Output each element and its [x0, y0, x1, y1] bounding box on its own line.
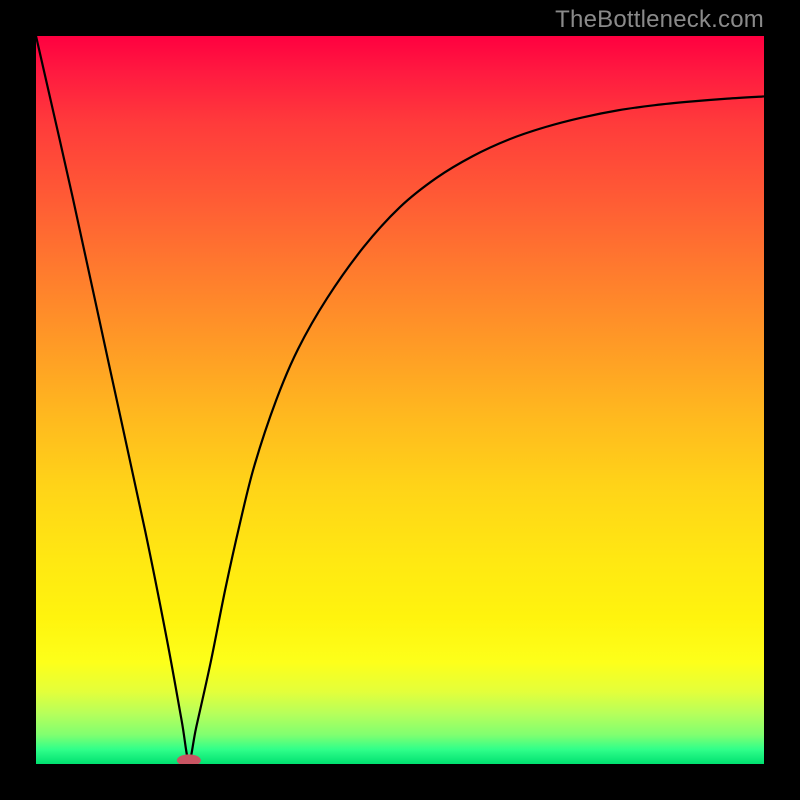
- bottleneck-curve: [36, 36, 764, 760]
- optimal-point-marker: [177, 754, 201, 764]
- chart-frame: TheBottleneck.com: [0, 0, 800, 800]
- curve-layer: [36, 36, 764, 764]
- plot-area: [36, 36, 764, 764]
- watermark-text: TheBottleneck.com: [555, 6, 764, 34]
